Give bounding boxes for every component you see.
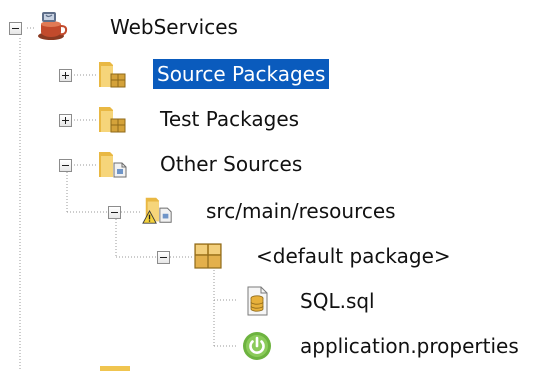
tree-node-label: WebServices (110, 15, 238, 39)
spring-properties-icon (243, 332, 271, 360)
tree-node-label: Other Sources (160, 152, 303, 176)
tree-node-test-packages[interactable]: Test Packages (0, 100, 547, 140)
project-coffee-icon (38, 12, 68, 40)
tree-node-label: <default package> (256, 244, 451, 268)
resources-folder-warning-icon (142, 197, 172, 224)
collapse-toggle[interactable] (9, 22, 22, 35)
tree-node-webservices[interactable]: WebServices (0, 8, 547, 48)
tree-node-label: Test Packages (160, 107, 300, 131)
tree-node-other-sources[interactable]: Other Sources (0, 145, 547, 185)
project-tree: WebServices Source Packages Test Package… (0, 0, 547, 371)
tree-node-source-packages[interactable]: Source Packages (0, 55, 547, 95)
test-packages-folder-icon (99, 107, 126, 133)
expand-toggle[interactable] (59, 69, 72, 82)
sql-file-icon (247, 286, 268, 316)
tree-node-sql-file[interactable]: SQL.sql (0, 282, 547, 322)
partial-folder-icon (100, 366, 130, 371)
package-icon (194, 243, 222, 269)
tree-node-default-package[interactable]: <default package> (0, 237, 547, 277)
tree-node-label: application.properties (300, 334, 519, 358)
source-packages-folder-icon (99, 62, 126, 88)
tree-node-label: src/main/resources (206, 199, 396, 223)
expand-toggle[interactable] (59, 114, 72, 127)
collapse-toggle[interactable] (108, 206, 121, 219)
collapse-toggle[interactable] (59, 159, 72, 172)
collapse-toggle[interactable] (157, 251, 170, 264)
tree-node-src-main-resources[interactable]: src/main/resources (0, 192, 547, 232)
other-sources-folder-icon (99, 152, 127, 178)
tree-node-label: Source Packages (153, 59, 330, 89)
tree-node-label: SQL.sql (300, 289, 375, 313)
tree-node-application-properties[interactable]: application.properties (0, 327, 547, 367)
